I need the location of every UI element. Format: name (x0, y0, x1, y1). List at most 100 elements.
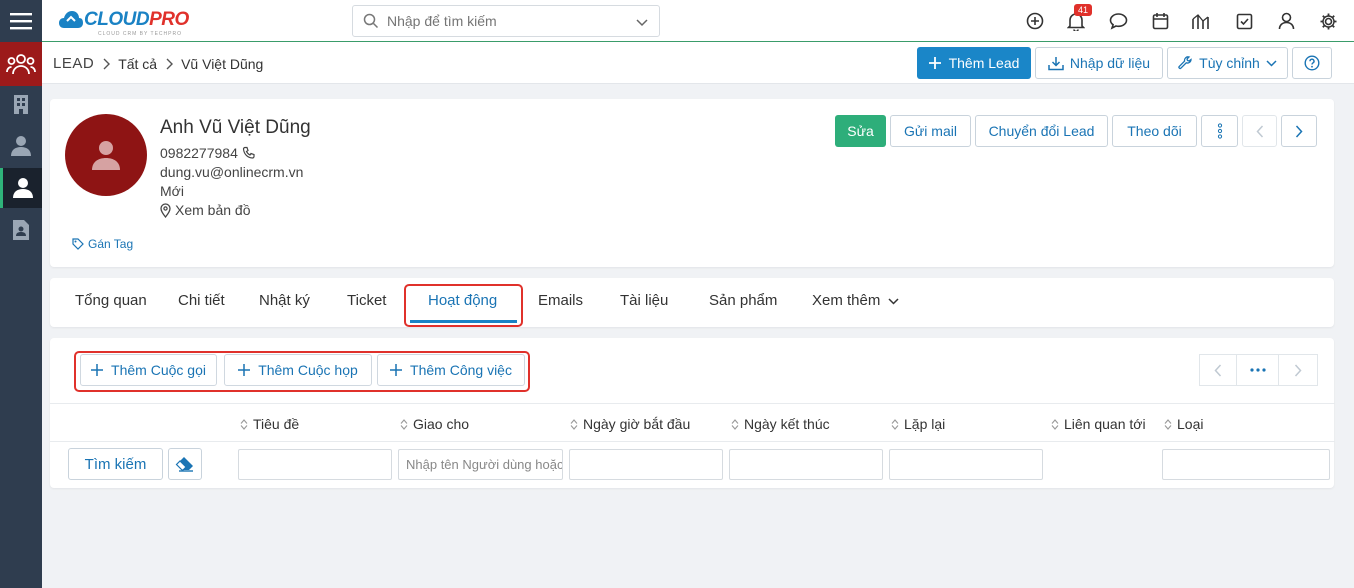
notification-count-badge: 41 (1074, 4, 1093, 16)
lead-name: Anh Vũ Việt Dũng (160, 117, 311, 138)
col-assignee-header[interactable]: Giao cho (400, 416, 469, 432)
map-link-label: Xem bản đồ (175, 202, 251, 218)
customize-label: Tùy chỉnh (1199, 55, 1260, 71)
rail-building-icon[interactable] (0, 84, 42, 124)
breadcrumb-record: Vũ Việt Dũng (181, 55, 264, 72)
next-record-button[interactable] (1281, 115, 1317, 147)
filter-end-input[interactable] (729, 449, 883, 480)
filter-start-input[interactable] (569, 449, 723, 480)
col-title-header[interactable]: Tiêu đề (240, 416, 299, 432)
edit-button[interactable]: Sửa (835, 115, 886, 147)
col-repeat-label: Lặp lại (904, 416, 946, 432)
tab-overview[interactable]: Tổng quan (75, 292, 147, 309)
assign-tag-link[interactable]: Gán Tag (72, 237, 133, 251)
rail-leads-group-icon[interactable] (0, 42, 42, 86)
chevron-right-icon (166, 58, 174, 69)
lead-phone-row: 0982277984 (160, 145, 256, 161)
tab-highlight-box (404, 284, 523, 327)
sort-icon (731, 418, 739, 430)
chevron-left-icon (1255, 124, 1263, 138)
clear-filter-button[interactable] (168, 448, 202, 480)
map-pin-icon (160, 202, 171, 218)
filter-search-button[interactable]: Tìm kiếm (68, 448, 163, 480)
phone-icon[interactable] (242, 146, 256, 160)
tab-log[interactable]: Nhật ký (259, 292, 310, 309)
follow-button[interactable]: Theo dõi (1112, 115, 1197, 147)
horizontal-dots-icon (1249, 368, 1266, 372)
left-rail (0, 0, 42, 588)
map-link[interactable]: Xem bản đồ (160, 202, 251, 218)
calendar-icon[interactable] (1150, 11, 1170, 31)
tab-more[interactable]: Xem thêm (812, 292, 899, 309)
add-lead-button[interactable]: Thêm Lead (917, 47, 1031, 79)
avatar-person-icon (92, 141, 120, 170)
global-search[interactable] (352, 5, 660, 37)
import-data-button[interactable]: Nhập dữ liệu (1035, 47, 1163, 79)
activities-more-button[interactable] (1236, 354, 1279, 386)
more-actions-button[interactable] (1201, 115, 1238, 147)
col-end-label: Ngày kết thúc (744, 416, 830, 432)
activities-next-button[interactable] (1278, 354, 1318, 386)
settings-gear-icon[interactable] (1318, 11, 1338, 31)
tab-emails[interactable]: Emails (538, 292, 583, 309)
cloud-logo-icon (59, 11, 83, 28)
tab-documents[interactable]: Tài liệu (620, 292, 668, 309)
add-lead-label: Thêm Lead (948, 55, 1020, 71)
col-end-header[interactable]: Ngày kết thúc (731, 416, 830, 432)
chevron-right-icon (1294, 363, 1302, 377)
search-input[interactable] (387, 13, 627, 29)
breadcrumb-filter[interactable]: Tất cả (118, 56, 157, 72)
wrench-icon (1178, 55, 1192, 69)
lead-email[interactable]: dung.vu@onlinecrm.vn (160, 164, 303, 180)
col-repeat-header[interactable]: Lặp lại (891, 416, 945, 432)
col-start-header[interactable]: Ngày giờ bắt đầu (570, 416, 690, 432)
logo-text-accent: PRO (149, 9, 189, 30)
record-tabs: Tổng quan Chi tiết Nhật ký Ticket Hoạt đ… (50, 278, 1334, 327)
avatar (65, 114, 147, 196)
tab-products[interactable]: Sản phẩm (709, 292, 777, 309)
customize-dropdown-button[interactable]: Tùy chỉnh (1167, 47, 1288, 79)
tab-ticket[interactable]: Ticket (347, 292, 386, 309)
sort-icon (891, 418, 899, 430)
col-related-label: Liên quan tới (1064, 416, 1146, 432)
filter-type-input[interactable] (1162, 449, 1330, 480)
menu-icon[interactable] (0, 0, 42, 42)
logo-tagline: CLOUD CRM BY TECHPRO (98, 31, 182, 37)
chevron-down-icon (888, 297, 899, 305)
tab-details[interactable]: Chi tiết (178, 292, 225, 309)
lead-phone[interactable]: 0982277984 (160, 145, 238, 161)
breadcrumb-module[interactable]: LEAD (53, 55, 94, 72)
user-profile-icon[interactable] (1276, 11, 1296, 31)
rail-lead-person-icon[interactable] (0, 168, 42, 208)
sort-icon (1051, 418, 1059, 430)
quick-create-icon[interactable] (1025, 11, 1045, 31)
help-button[interactable] (1292, 47, 1332, 79)
col-assignee-label: Giao cho (413, 416, 470, 432)
filter-title-input[interactable] (238, 449, 392, 480)
filter-repeat-input[interactable] (889, 449, 1043, 480)
chevron-right-icon (1295, 124, 1303, 138)
send-mail-button[interactable]: Gửi mail (890, 115, 971, 147)
previous-record-button[interactable] (1242, 115, 1277, 147)
convert-lead-button[interactable]: Chuyển đổi Lead (975, 115, 1108, 147)
chevron-down-icon[interactable] (635, 15, 649, 29)
chat-icon[interactable] (1108, 11, 1128, 31)
col-title-label: Tiêu đề (253, 416, 300, 432)
col-related-header[interactable]: Liên quan tới (1051, 416, 1146, 432)
rail-contacts-icon[interactable] (0, 126, 42, 166)
cloudpro-logo[interactable]: CLOUDPRO CLOUD CRM BY TECHPRO (58, 9, 189, 37)
logo-text-main: CLOUD (84, 9, 150, 30)
task-check-icon[interactable] (1234, 11, 1254, 31)
lead-profile-card: Anh Vũ Việt Dũng 0982277984 dung.vu@onli… (50, 99, 1334, 267)
rail-document-icon[interactable] (0, 210, 42, 250)
activities-prev-button[interactable] (1199, 354, 1237, 386)
vertical-dots-icon (1217, 123, 1222, 139)
sort-icon (1164, 418, 1172, 430)
report-chart-icon[interactable] (1191, 11, 1211, 31)
filter-assignee-input[interactable] (398, 449, 563, 480)
col-type-header[interactable]: Loại (1164, 416, 1203, 432)
breadcrumb: LEAD Tất cả Vũ Việt Dũng (53, 55, 263, 72)
top-bar: CLOUDPRO CLOUD CRM BY TECHPRO 41 (42, 0, 1354, 42)
chevron-left-icon (1214, 363, 1222, 377)
buttons-highlight-box (74, 351, 530, 392)
